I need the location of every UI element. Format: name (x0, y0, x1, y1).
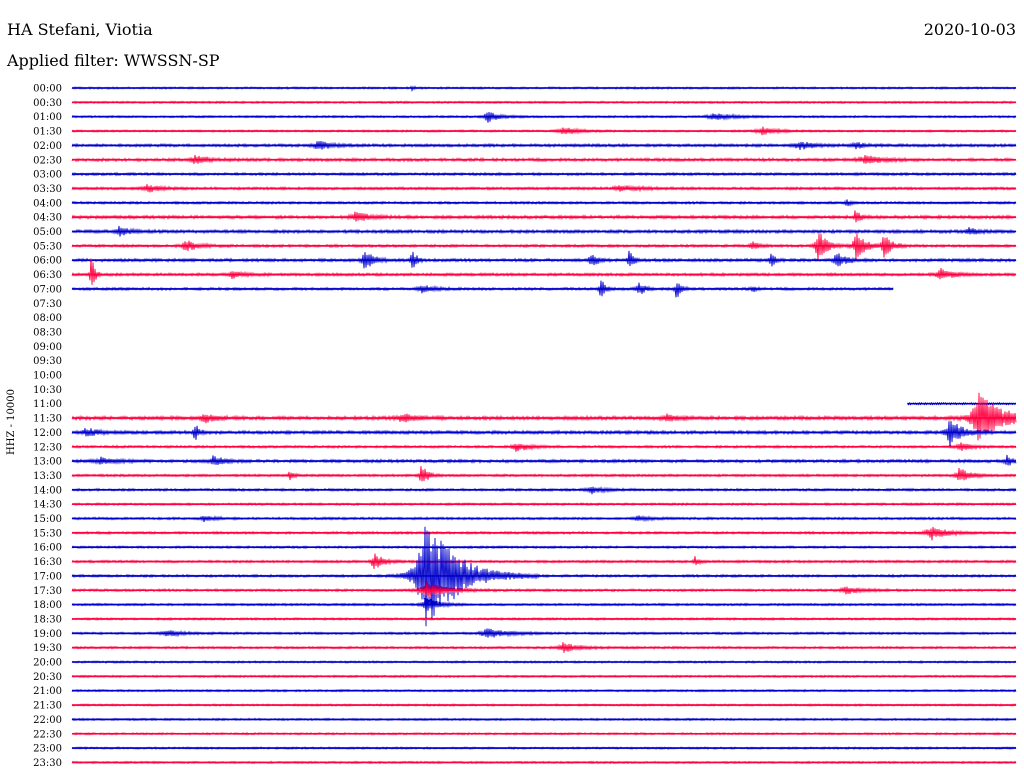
time-label-0130: 01:30 (33, 127, 62, 138)
time-label-0800: 08:00 (33, 313, 62, 324)
time-label-1500: 15:00 (33, 514, 62, 525)
time-label-0930: 09:30 (33, 356, 62, 367)
time-label-0230: 02:30 (33, 155, 62, 166)
time-label-0830: 08:30 (33, 327, 62, 338)
time-label-0100: 01:00 (33, 112, 62, 123)
trace-0530 (71, 233, 1017, 261)
time-label-1230: 12:30 (33, 442, 62, 453)
trace-0630 (71, 258, 1017, 285)
time-label-0530: 05:30 (33, 241, 62, 252)
time-label-1730: 17:30 (33, 586, 62, 597)
time-label-0200: 02:00 (33, 141, 62, 152)
time-label-2330: 23:30 (33, 758, 62, 769)
time-label-0730: 07:30 (33, 299, 62, 310)
time-label-1030: 10:30 (33, 385, 62, 396)
time-label-0700: 07:00 (33, 284, 62, 295)
time-labels: 00:00 00:30 01:00 01:30 02:00 02:30 03:00 03:30… (33, 84, 62, 769)
seismogram-chart: 00:00 00:30 01:00 01:30 02:00 02:30 03:00 03:30… (33, 84, 1017, 769)
time-label-0630: 06:30 (33, 270, 62, 281)
time-label-2130: 21:30 (33, 701, 62, 712)
traces (71, 85, 1017, 765)
time-label-1930: 19:30 (33, 643, 62, 654)
time-label-0600: 06:00 (33, 256, 62, 267)
time-label-1630: 16:30 (33, 557, 62, 568)
time-label-0900: 09:00 (33, 342, 62, 353)
time-label-1330: 13:30 (33, 471, 62, 482)
time-label-0030: 00:30 (33, 98, 62, 109)
time-label-2200: 22:00 (33, 715, 62, 726)
time-label-2100: 21:00 (33, 686, 62, 697)
time-label-0400: 04:00 (33, 198, 62, 209)
time-label-1100: 11:00 (33, 399, 62, 410)
time-label-2000: 20:00 (33, 658, 62, 669)
time-label-2230: 22:30 (33, 729, 62, 740)
time-label-0300: 03:00 (33, 170, 62, 181)
time-label-2030: 20:30 (33, 672, 62, 683)
time-label-1200: 12:00 (33, 428, 62, 439)
time-label-1000: 10:00 (33, 371, 62, 382)
time-label-1800: 18:00 (33, 600, 62, 611)
time-label-1300: 13:00 (33, 457, 62, 468)
trace-1300 (71, 454, 1017, 466)
trace-0430 (71, 210, 1017, 223)
time-label-2300: 23:00 (33, 744, 62, 755)
time-label-0330: 03:30 (33, 184, 62, 195)
time-label-1400: 14:00 (33, 485, 62, 496)
time-label-1600: 16:00 (33, 543, 62, 554)
time-label-1130: 11:30 (33, 414, 62, 425)
time-label-1430: 14:30 (33, 500, 62, 511)
time-label-1900: 19:00 (33, 629, 62, 640)
time-label-1700: 17:00 (33, 571, 62, 582)
time-label-1530: 15:30 (33, 528, 62, 539)
time-label-0000: 00:00 (33, 84, 62, 95)
time-label-0500: 05:00 (33, 227, 62, 238)
trace-1200 (71, 421, 1017, 448)
time-label-0430: 04:30 (33, 213, 62, 224)
trace-1330 (71, 466, 1017, 482)
time-label-1830: 18:30 (33, 614, 62, 625)
